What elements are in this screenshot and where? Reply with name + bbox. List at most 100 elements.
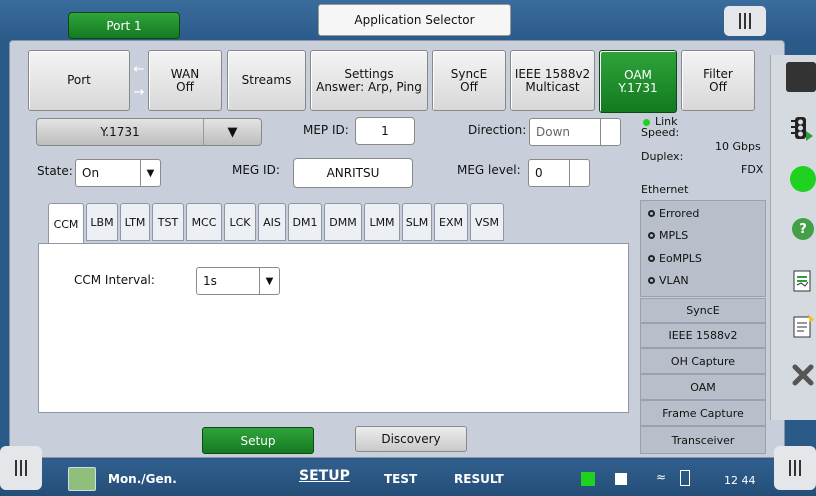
tools-icon[interactable] [790, 362, 816, 388]
oam-mode-value: Y.1731 [100, 125, 140, 139]
wan-button-label: WAN [170, 66, 200, 81]
battery-icon [581, 472, 595, 486]
tab-dm1[interactable]: DM1 [288, 203, 322, 241]
tab-lck[interactable]: LCK [224, 203, 256, 241]
tab-exm[interactable]: EXM [434, 203, 468, 241]
status-oam[interactable]: OAM [640, 374, 766, 400]
help-icon[interactable]: ? [792, 218, 814, 240]
setup-menu[interactable]: SETUP [299, 468, 350, 484]
wan-button-state: Off [176, 79, 194, 94]
tab-ais[interactable]: AIS [258, 203, 286, 241]
oam-button-label: OAM [624, 67, 652, 82]
tab-lbm[interactable]: LBM [86, 203, 118, 241]
chevron-down-icon: ▼ [259, 268, 279, 294]
oam-button[interactable]: OAM Y.1731 [599, 50, 677, 113]
discovery-button[interactable]: Discovery [355, 426, 467, 452]
meg-id-field[interactable]: ANRITSU [293, 158, 413, 188]
tab-vsm[interactable]: VSM [470, 203, 504, 241]
ring-icon [648, 277, 655, 284]
chevron-down-icon: ▼ [203, 119, 261, 145]
eompls-label: EoMPLS [659, 252, 702, 265]
vlan-label: VLAN [659, 274, 689, 287]
status-synce[interactable]: SyncE [640, 298, 766, 323]
setup-button[interactable]: Setup [202, 427, 314, 454]
port-arrows: ← → [130, 58, 148, 104]
ieee1588-button-label: IEEE 1588v2 [514, 66, 591, 81]
traffic-light-icon[interactable] [786, 113, 816, 143]
tab-mcc[interactable]: MCC [186, 203, 222, 241]
notes-icon[interactable] [790, 312, 816, 340]
top-grip-handle[interactable] [724, 6, 766, 36]
mep-id-field[interactable]: 1 [355, 117, 415, 145]
speed-label: Speed: [641, 126, 680, 139]
arrow-left-icon: ← [133, 62, 145, 77]
port-button-label: Port [67, 73, 91, 87]
meg-level-arrow [569, 160, 589, 186]
link-led-icon [643, 119, 650, 126]
state-label: State: [37, 164, 73, 178]
ccm-interval-dropdown[interactable]: 1s ▼ [196, 267, 280, 295]
wan-button[interactable]: WAN Off [148, 50, 222, 111]
arrow-right-icon: → [133, 85, 145, 100]
status-transceiver[interactable]: Transceiver [640, 426, 766, 454]
streams-button-label: Streams [241, 73, 292, 87]
meg-level-value: 0 [535, 166, 543, 180]
meg-level-dropdown[interactable]: 0 [528, 159, 590, 187]
tab-ccm[interactable]: CCM [48, 203, 84, 244]
tab-lmm[interactable]: LMM [364, 203, 400, 241]
status-oh-capture[interactable]: OH Capture [640, 348, 766, 374]
streams-button[interactable]: Streams [227, 50, 306, 111]
filter-button-state: Off [709, 79, 727, 94]
ccm-interval-value: 1s [203, 274, 217, 288]
direction-value: Down [536, 125, 571, 139]
wifi-icon: ≈ [656, 470, 667, 484]
status-item-mpls: MPLS [648, 229, 688, 242]
meg-level-label: MEG level: [457, 163, 521, 177]
app-thumbnail-icon[interactable] [68, 467, 96, 491]
status-item-vlan: VLAN [648, 274, 689, 287]
bottom-right-grip[interactable] [774, 446, 816, 490]
ring-icon [648, 232, 655, 239]
direction-arrow [600, 119, 620, 145]
tab-slm[interactable]: SLM [402, 203, 432, 241]
speed-value: 10 Gbps [715, 140, 761, 153]
tab-dmm[interactable]: DMM [324, 203, 362, 241]
bottom-left-grip[interactable] [0, 446, 42, 490]
status-green-icon[interactable] [790, 166, 816, 192]
mep-id-label: MEP ID: [303, 123, 349, 137]
state-dropdown[interactable]: On ▼ [75, 159, 161, 187]
status-item-eompls: EoMPLS [648, 252, 702, 265]
status-ieee1588[interactable]: IEEE 1588v2 [640, 323, 766, 348]
result-menu[interactable]: RESULT [454, 472, 504, 486]
port-button[interactable]: Port [28, 50, 130, 111]
application-selector-button[interactable]: Application Selector [318, 4, 511, 36]
settings-button[interactable]: Settings Answer: Arp, Ping [310, 50, 428, 111]
duplex-label: Duplex: [641, 150, 684, 163]
meg-id-label: MEG ID: [232, 163, 280, 177]
filter-button-label: Filter [703, 66, 733, 81]
app-name: Mon./Gen. [108, 472, 177, 486]
port-tab[interactable]: Port 1 [68, 12, 180, 39]
tab-tst[interactable]: TST [152, 203, 184, 241]
oam-mode-dropdown[interactable]: Y.1731 ▼ [36, 118, 262, 146]
synce-button[interactable]: SyncE Off [432, 50, 506, 111]
ieee1588-button-state: Multicast [525, 79, 580, 94]
synce-button-state: Off [460, 79, 478, 94]
clock: 12 44 [724, 474, 756, 487]
ieee1588-button[interactable]: IEEE 1588v2 Multicast [510, 50, 595, 111]
storage-icon [615, 473, 627, 485]
test-menu[interactable]: TEST [384, 472, 417, 486]
synce-button-label: SyncE [450, 66, 488, 81]
ethernet-label: Ethernet [641, 183, 689, 196]
grip-icon [15, 460, 27, 476]
grip-icon [789, 460, 801, 476]
display-icon[interactable] [786, 62, 816, 92]
status-frame-capture[interactable]: Frame Capture [640, 400, 766, 426]
direction-label: Direction: [468, 123, 527, 137]
mpls-label: MPLS [659, 229, 689, 242]
direction-dropdown[interactable]: Down [529, 118, 621, 146]
tab-content-ccm [38, 243, 629, 413]
report-icon[interactable] [790, 268, 816, 294]
tab-ltm[interactable]: LTM [120, 203, 150, 241]
filter-button[interactable]: Filter Off [681, 50, 755, 111]
